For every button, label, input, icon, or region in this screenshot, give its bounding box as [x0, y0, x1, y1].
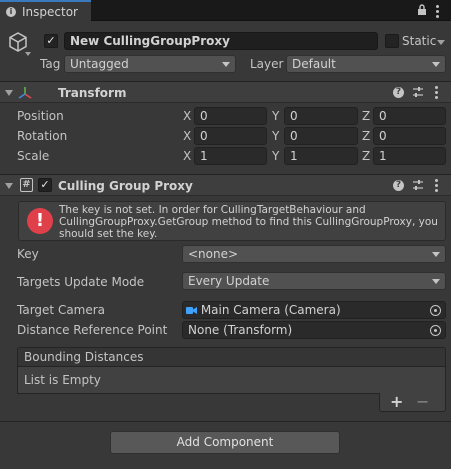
- y-axis-label: Y: [272, 149, 280, 163]
- key-label: Key: [17, 247, 39, 261]
- help-icon[interactable]: ?: [393, 87, 404, 98]
- distance-ref-value: None (Transform): [188, 323, 293, 337]
- x-axis-label: X: [183, 149, 192, 163]
- tag-label: Tag: [40, 57, 61, 71]
- object-picker-icon[interactable]: [430, 325, 441, 336]
- key-value: <none>: [188, 247, 239, 261]
- scale-label: Scale: [17, 149, 50, 163]
- list-footer: + −: [379, 393, 446, 412]
- context-menu-icon[interactable]: [435, 86, 439, 101]
- layer-value: Default: [292, 57, 336, 71]
- object-picker-icon[interactable]: [430, 305, 441, 316]
- divider: [0, 421, 451, 422]
- target-camera-label: Target Camera: [17, 303, 106, 317]
- add-component-button[interactable]: Add Component: [110, 431, 340, 454]
- target-camera-value: Main Camera (Camera): [200, 303, 341, 317]
- y-axis-label: Y: [272, 109, 280, 123]
- x-axis-label: X: [183, 129, 192, 143]
- position-z-field[interactable]: 0: [373, 107, 446, 125]
- y-axis-label: Y: [272, 129, 280, 143]
- scale-y-field[interactable]: 1: [284, 147, 358, 165]
- position-y-field[interactable]: 0: [284, 107, 358, 125]
- distance-ref-label: Distance Reference Point: [17, 323, 168, 337]
- x-axis-label: X: [183, 109, 192, 123]
- static-label: Static: [402, 34, 437, 48]
- help-icon[interactable]: ?: [393, 180, 404, 191]
- static-checkbox[interactable]: [385, 34, 399, 48]
- script-icon: #: [20, 178, 33, 192]
- chevron-down-icon: [432, 252, 440, 257]
- scale-x-field[interactable]: 1: [194, 147, 267, 165]
- culling-group-proxy-header[interactable]: # ✓ Culling Group Proxy ?: [0, 174, 451, 196]
- error-icon: !: [27, 208, 53, 234]
- chevron-down-icon: [432, 62, 440, 67]
- tab-label: Inspector: [22, 5, 78, 19]
- chevron-down-icon: [432, 279, 440, 284]
- add-item-button[interactable]: +: [390, 393, 403, 411]
- layer-label: Layer: [250, 57, 284, 71]
- presets-icon[interactable]: [412, 86, 424, 98]
- bounding-distances-empty: List is Empty: [17, 367, 446, 394]
- tab-bar: i Inspector: [0, 0, 451, 22]
- layer-dropdown[interactable]: Default: [286, 55, 446, 73]
- foldout-icon[interactable]: [5, 183, 13, 189]
- gameobject-cube-icon: [9, 32, 27, 52]
- position-x-field[interactable]: 0: [194, 107, 267, 125]
- static-dropdown-icon[interactable]: [437, 40, 445, 45]
- warning-text: The key is not set. In order for Culling…: [59, 204, 438, 240]
- update-mode-dropdown[interactable]: Every Update: [182, 272, 446, 290]
- rotation-x-field[interactable]: 0: [194, 127, 267, 145]
- culling-title: Culling Group Proxy: [58, 179, 193, 193]
- update-mode-value: Every Update: [188, 274, 270, 288]
- key-dropdown[interactable]: <none>: [182, 245, 446, 263]
- tag-dropdown[interactable]: Untagged: [64, 55, 236, 73]
- scale-z-field[interactable]: 1: [373, 147, 446, 165]
- transform-icon: [18, 87, 32, 99]
- warning-helpbox: ! The key is not set. In order for Culli…: [18, 201, 446, 241]
- update-mode-label: Targets Update Mode: [17, 275, 145, 289]
- camera-icon: [186, 307, 197, 314]
- tag-value: Untagged: [70, 57, 129, 71]
- tab-menu-icon[interactable]: [436, 5, 440, 20]
- foldout-icon[interactable]: [5, 90, 13, 96]
- z-axis-label: Z: [362, 149, 371, 163]
- context-menu-icon[interactable]: [435, 179, 439, 194]
- z-axis-label: Z: [362, 109, 371, 123]
- lock-icon[interactable]: [417, 4, 427, 18]
- rotation-label: Rotation: [17, 129, 68, 143]
- enabled-checkbox[interactable]: ✓: [38, 178, 52, 192]
- distance-ref-field[interactable]: None (Transform): [182, 321, 446, 339]
- remove-item-button[interactable]: −: [416, 393, 429, 411]
- icon-dropdown-icon[interactable]: [25, 52, 31, 56]
- presets-icon[interactable]: [412, 179, 424, 191]
- bounding-distances-header[interactable]: Bounding Distances: [17, 347, 446, 367]
- info-icon: i: [6, 7, 16, 17]
- target-camera-field[interactable]: Main Camera (Camera): [182, 301, 446, 319]
- tab-inspector[interactable]: i Inspector: [0, 0, 91, 22]
- transform-header[interactable]: Transform ?: [0, 81, 451, 103]
- chevron-down-icon: [222, 62, 230, 67]
- position-label: Position: [17, 109, 64, 123]
- active-checkbox[interactable]: ✓: [44, 34, 58, 48]
- transform-title: Transform: [58, 86, 127, 100]
- rotation-z-field[interactable]: 0: [373, 127, 446, 145]
- name-field[interactable]: New CullingGroupProxy: [64, 32, 378, 50]
- z-axis-label: Z: [362, 129, 371, 143]
- rotation-y-field[interactable]: 0: [284, 127, 358, 145]
